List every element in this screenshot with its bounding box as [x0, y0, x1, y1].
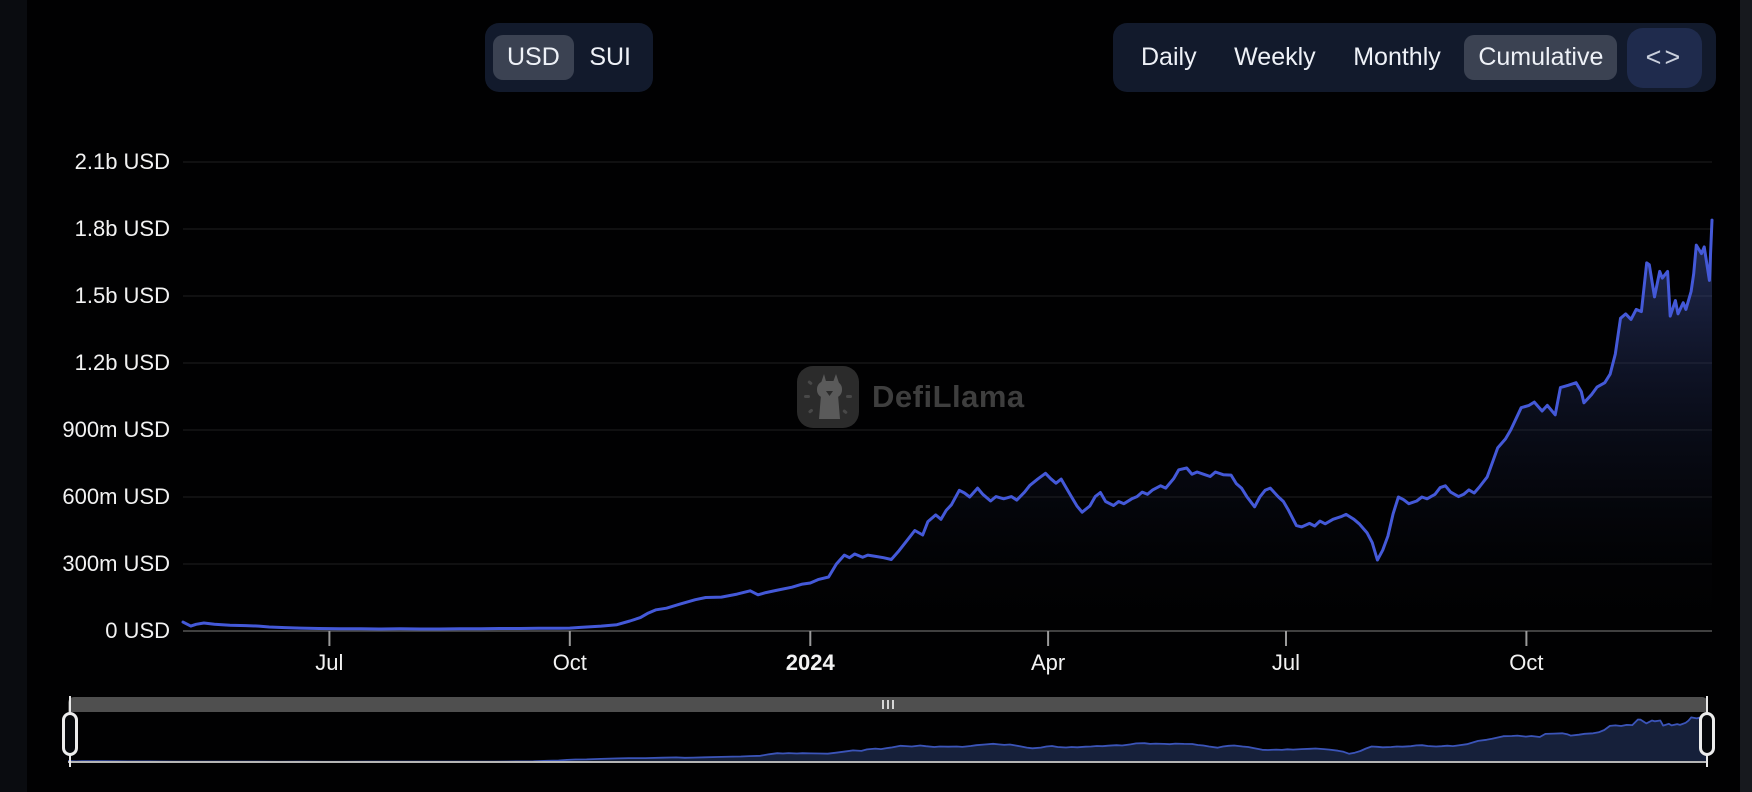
x-axis-label: Oct [552, 650, 587, 675]
y-axis-label: 1.2b USD [74, 350, 170, 375]
x-axis-label: Jul [315, 650, 344, 675]
watermark-text: DefiLlama [872, 379, 1025, 414]
y-axis-label: 2.1b USD [74, 149, 170, 174]
currency-toggle-group: USD SUI [485, 23, 653, 92]
currency-option-usd[interactable]: USD [493, 35, 574, 80]
y-axis-label: 900m USD [62, 417, 170, 442]
embed-code-button[interactable]: <> [1626, 27, 1702, 88]
code-angle-brackets-icon: <> [1645, 42, 1684, 72]
brush-bar[interactable] [68, 697, 1708, 712]
x-axis-label: Apr [1031, 650, 1066, 675]
defillama-llama-logo [797, 366, 859, 428]
brush-right-handle[interactable] [1699, 712, 1715, 756]
drag-grip-icon[interactable] [882, 700, 894, 709]
x-axis-label: Oct [1509, 650, 1544, 675]
defillama-watermark: DefiLlama [796, 362, 1025, 432]
brush-area-fill [68, 714, 1708, 762]
x-axis-label: 2024 [785, 650, 835, 675]
y-axis-label: 0 USD [105, 618, 170, 643]
interval-option-weekly[interactable]: Weekly [1220, 35, 1330, 80]
y-axis-label: 1.8b USD [74, 216, 170, 241]
y-axis-label: 300m USD [62, 551, 170, 576]
currency-option-sui[interactable]: SUI [575, 35, 645, 80]
y-axis-label: 600m USD [62, 484, 170, 509]
x-axis-label: Jul [1271, 650, 1301, 675]
interval-option-cumulative[interactable]: Cumulative [1464, 35, 1618, 80]
brush-left-handle[interactable] [62, 712, 78, 756]
interval-option-monthly[interactable]: Monthly [1339, 35, 1455, 80]
interval-toggle-group: Daily Weekly Monthly Cumulative <> [1113, 23, 1716, 92]
interval-option-daily[interactable]: Daily [1127, 35, 1211, 80]
tvl-chart-panel: USD SUI Daily Weekly Monthly Cumulative … [0, 0, 1752, 792]
brush-baseline [68, 761, 1708, 763]
y-axis-label: 1.5b USD [74, 283, 170, 308]
